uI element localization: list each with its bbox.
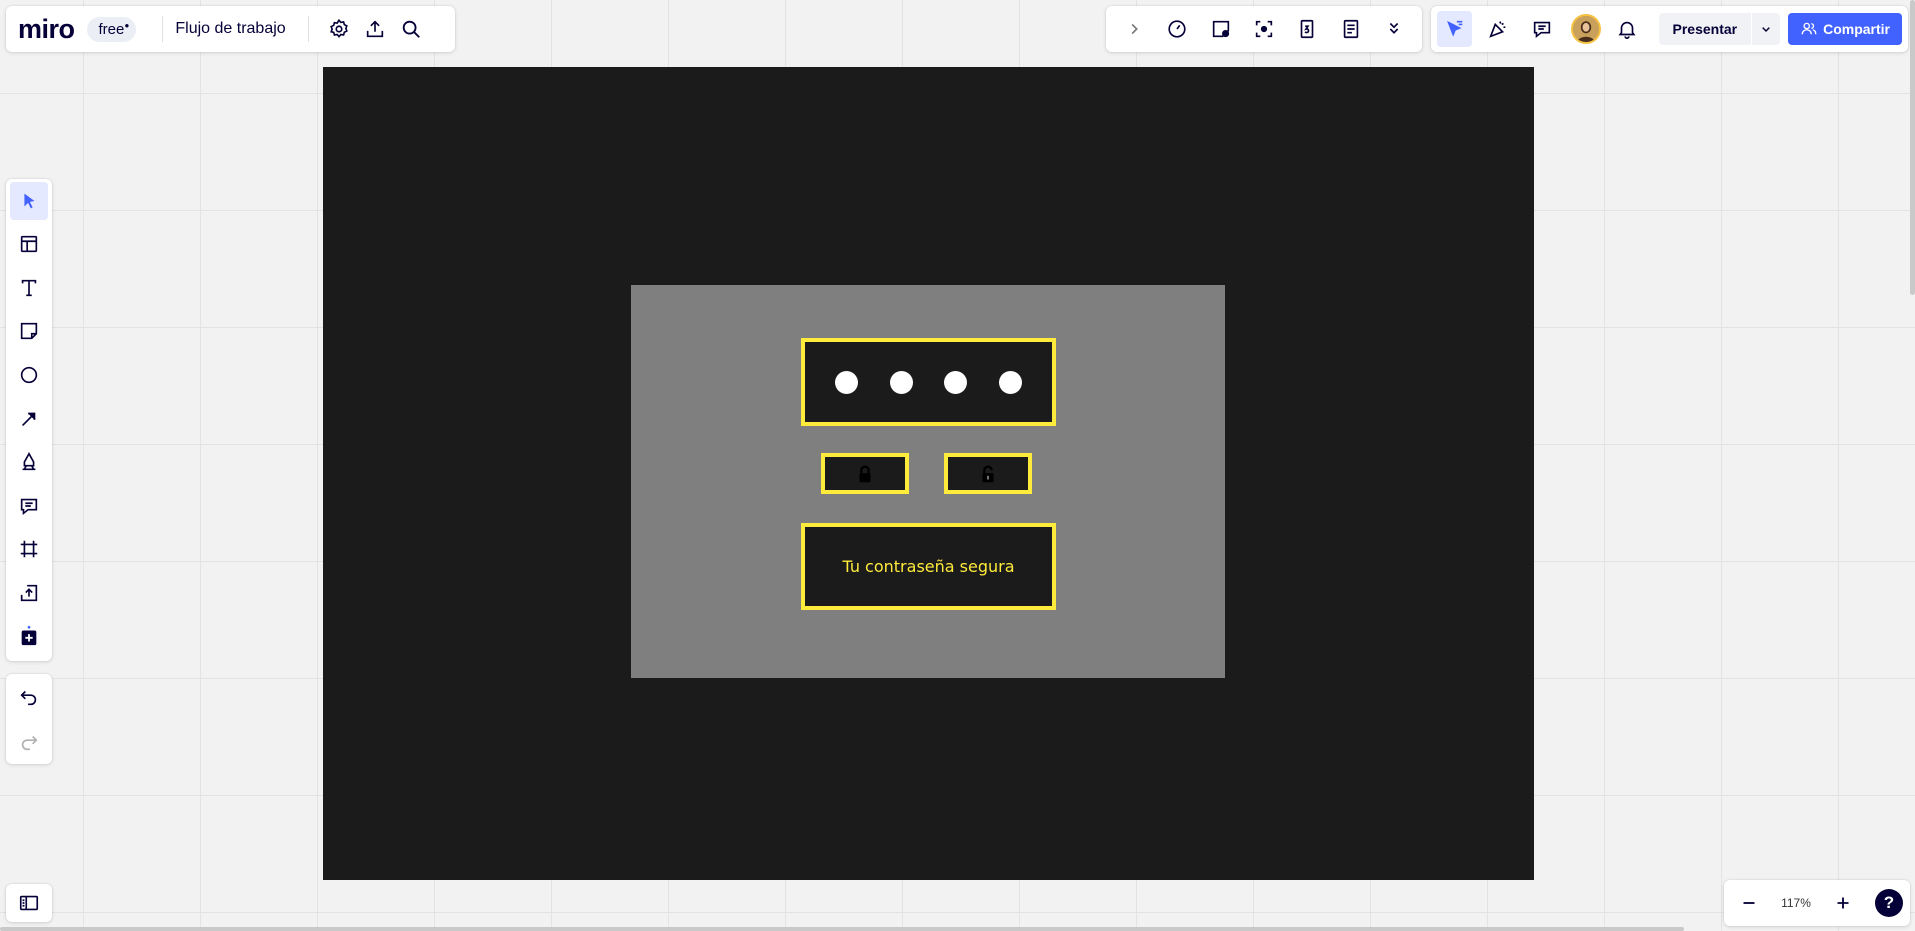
sticky-note-tool[interactable] bbox=[10, 313, 48, 351]
divider bbox=[162, 16, 164, 42]
pen-icon bbox=[22, 452, 36, 471]
share-label: Compartir bbox=[1823, 21, 1890, 37]
bell-icon bbox=[1618, 21, 1636, 39]
unlock-button-shape[interactable] bbox=[944, 453, 1032, 494]
lock-button-shape[interactable] bbox=[821, 453, 909, 494]
board-title[interactable]: Flujo de trabajo bbox=[175, 20, 285, 38]
sticky-add-button[interactable] bbox=[1203, 11, 1239, 47]
redo-button[interactable] bbox=[11, 724, 47, 760]
focus-icon bbox=[1255, 20, 1273, 38]
pin-dot bbox=[834, 370, 858, 394]
zoom-out-button[interactable] bbox=[1731, 885, 1767, 921]
arrow-icon bbox=[21, 412, 36, 426]
timer-icon bbox=[1168, 20, 1186, 38]
search-icon bbox=[402, 20, 420, 38]
present-button[interactable]: Presentar bbox=[1659, 21, 1752, 37]
present-options-button[interactable] bbox=[1751, 13, 1780, 45]
undo-button[interactable] bbox=[11, 679, 47, 715]
frame-tool[interactable] bbox=[10, 530, 48, 568]
settings-button[interactable] bbox=[321, 11, 357, 47]
settings-icon bbox=[329, 18, 348, 38]
board-tools-panel bbox=[1106, 6, 1422, 52]
vertical-scrollbar[interactable] bbox=[1910, 0, 1915, 295]
cursor-filter-button[interactable] bbox=[1437, 11, 1473, 47]
connection-line-tool[interactable] bbox=[10, 400, 48, 438]
select-tool[interactable] bbox=[10, 182, 48, 220]
expand-toolbar-button[interactable] bbox=[1116, 11, 1152, 47]
pin-dot bbox=[889, 370, 913, 394]
frames-panel bbox=[6, 884, 52, 922]
comment-tool[interactable] bbox=[10, 487, 48, 525]
comments-button[interactable] bbox=[1524, 11, 1559, 47]
notes-icon bbox=[1343, 19, 1359, 39]
sticky-add-icon bbox=[1212, 20, 1229, 38]
unlock-icon bbox=[982, 465, 994, 482]
pin-dot bbox=[999, 370, 1023, 394]
double-chevron-down-icon bbox=[1389, 22, 1399, 34]
chevron-right-icon bbox=[1131, 23, 1138, 35]
templates-tool[interactable] bbox=[10, 226, 48, 264]
lock-icon bbox=[859, 465, 871, 482]
board-header-panel: miro free ● Flujo de trabajo bbox=[6, 6, 455, 52]
pin-dot bbox=[944, 370, 968, 394]
avatar-image bbox=[1573, 16, 1600, 42]
miro-logo[interactable]: miro bbox=[18, 14, 75, 45]
share-button[interactable]: Compartir bbox=[1788, 13, 1902, 45]
frames-list-button[interactable] bbox=[11, 885, 47, 921]
plus-icon bbox=[1837, 897, 1849, 909]
help-button[interactable]: ? bbox=[1874, 889, 1903, 917]
notifications-button[interactable] bbox=[1609, 11, 1644, 47]
export-icon bbox=[366, 20, 383, 38]
comment-icon bbox=[20, 498, 38, 515]
zoom-panel: 117% ? bbox=[1724, 880, 1910, 926]
creation-toolbar bbox=[6, 179, 52, 661]
upload-icon bbox=[20, 584, 38, 601]
number-icon bbox=[1301, 19, 1314, 39]
users-icon bbox=[1801, 22, 1817, 35]
history-panel bbox=[6, 674, 52, 764]
avatar[interactable] bbox=[1571, 14, 1602, 44]
sidebar-icon bbox=[19, 895, 39, 911]
shape-tool[interactable] bbox=[10, 356, 48, 394]
password-label: Tu contraseña segura bbox=[842, 557, 1015, 576]
more-tools-button[interactable] bbox=[1376, 11, 1412, 47]
plan-badge-label: free bbox=[98, 20, 125, 38]
reactions-icon bbox=[1489, 21, 1506, 38]
shape-icon bbox=[20, 366, 38, 384]
pin-display[interactable] bbox=[801, 338, 1056, 426]
export-button[interactable] bbox=[357, 11, 393, 47]
reactions-button[interactable] bbox=[1480, 11, 1515, 47]
focus-button[interactable] bbox=[1246, 11, 1282, 47]
cursor-filter-icon bbox=[1446, 20, 1463, 37]
timer-button[interactable] bbox=[1159, 11, 1195, 47]
search-button[interactable] bbox=[393, 11, 429, 47]
pen-tool[interactable] bbox=[10, 443, 48, 481]
comments-icon bbox=[1533, 21, 1550, 39]
plan-badge[interactable]: free ● bbox=[86, 16, 137, 42]
text-icon bbox=[21, 279, 37, 297]
undo-icon bbox=[20, 690, 37, 705]
minus-icon bbox=[1743, 902, 1755, 904]
collaboration-panel: Presentar Compartir bbox=[1431, 6, 1908, 52]
horizontal-scrollbar[interactable] bbox=[0, 927, 1684, 931]
zoom-in-button[interactable] bbox=[1825, 885, 1861, 921]
redo-icon bbox=[21, 735, 38, 750]
chevron-down-icon bbox=[1762, 27, 1770, 33]
select-icon bbox=[24, 193, 35, 209]
templates-icon bbox=[20, 236, 38, 253]
number-button[interactable] bbox=[1289, 11, 1325, 47]
upload-tool[interactable] bbox=[10, 574, 48, 612]
zoom-level[interactable]: 117% bbox=[1781, 896, 1811, 910]
add-app-tool[interactable] bbox=[10, 617, 48, 655]
mockup-card[interactable]: Tu contraseña segura bbox=[631, 285, 1225, 678]
password-label-shape[interactable]: Tu contraseña segura bbox=[801, 523, 1056, 610]
frame-icon bbox=[20, 540, 38, 558]
sticky-note-icon bbox=[20, 323, 38, 340]
text-tool[interactable] bbox=[10, 269, 48, 307]
add-app-icon bbox=[21, 626, 37, 646]
divider bbox=[307, 16, 309, 42]
present-group: Presentar bbox=[1658, 13, 1781, 45]
plan-badge-dot: ● bbox=[124, 20, 130, 30]
notes-button[interactable] bbox=[1333, 11, 1369, 47]
